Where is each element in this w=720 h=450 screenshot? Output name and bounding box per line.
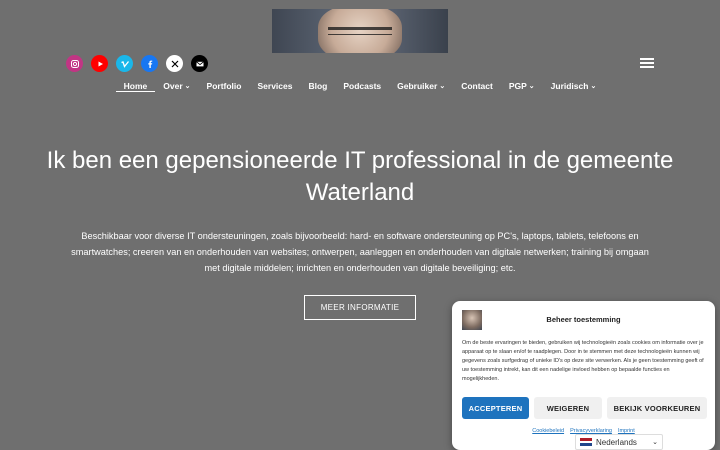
nav-item-home[interactable]: Home [115,80,156,92]
nav-item-gebruiker[interactable]: Gebruiker ⌄ [389,80,453,92]
cookie-consent-dialog: Beheer toestemming Om de beste ervaringe… [452,301,715,450]
nav-item-podcasts[interactable]: Podcasts [335,80,389,92]
nav-item-juridisch[interactable]: Juridisch ⌄ [543,80,605,92]
facebook-icon[interactable] [141,55,158,72]
nav-item-contact[interactable]: Contact [453,80,501,92]
hero-title: Ik ben een gepensioneerde IT professiona… [46,147,674,206]
youtube-icon[interactable] [91,55,108,72]
nav-item-over[interactable]: Over ⌄ [155,80,198,92]
chevron-down-icon: ⌄ [184,83,191,90]
cookie-policy-link[interactable]: Cookiebeleid [532,428,564,434]
mail-icon[interactable] [191,55,208,72]
chevron-down-icon: ⌄ [528,83,535,90]
view-preferences-button[interactable]: BEKIJK VOORKEUREN [607,397,707,419]
accept-button[interactable]: ACCEPTEREN [462,397,529,419]
menu-toggle-icon[interactable] [640,58,654,68]
social-links [66,55,208,72]
nav-item-services[interactable]: Services [249,80,300,92]
hero-lead-text: Beschikbaar voor diverse IT ondersteunin… [71,231,649,273]
nav-item-portfolio[interactable]: Portfolio [199,80,250,92]
selected-language: Nederlands [596,437,637,447]
nav-item-pgp[interactable]: PGP ⌄ [501,80,543,92]
deny-button[interactable]: WEIGEREN [534,397,602,419]
nav-item-blog[interactable]: Blog [300,80,335,92]
consent-title: Beheer toestemming [546,315,621,324]
chevron-down-icon: ⌄ [652,439,658,446]
chevron-down-icon: ⌄ [590,83,597,90]
main-navigation: Home Over ⌄ Portfolio Services Blog Podca… [0,80,720,92]
consent-text: Om de beste ervaringen te bieden, gebrui… [462,340,704,382]
x-icon[interactable] [166,55,183,72]
instagram-icon[interactable] [66,55,83,72]
more-info-button[interactable]: MEER INFORMATIE [304,295,416,320]
language-selector[interactable]: Nederlands ⌄ [575,434,663,450]
chevron-down-icon: ⌄ [439,83,446,90]
vimeo-icon[interactable] [116,55,133,72]
header-banner-photo [272,9,448,53]
netherlands-flag-icon [580,438,592,447]
